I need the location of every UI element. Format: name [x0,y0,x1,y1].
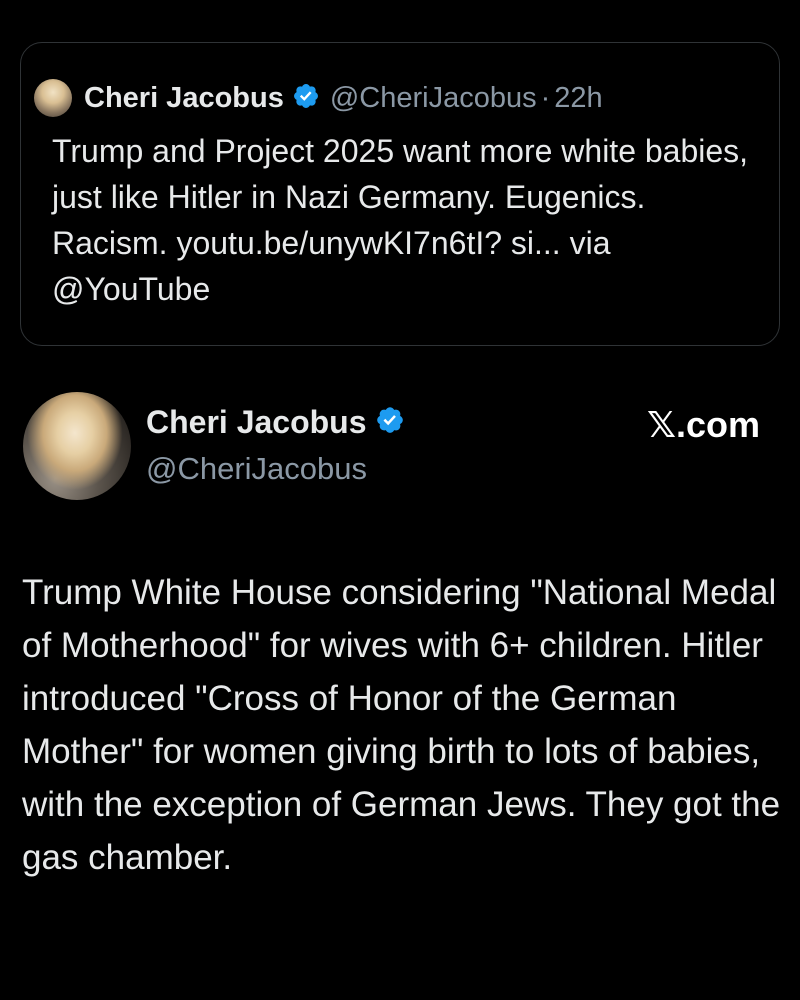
verified-badge-icon [292,82,320,115]
quoted-author-handle[interactable]: @CheriJacobus [330,82,537,115]
quoted-author-avatar[interactable] [34,79,72,117]
quoted-tweet-timestamp[interactable]: 22h [554,82,602,115]
main-author-avatar[interactable] [23,392,131,500]
verified-badge-icon [375,405,405,440]
main-author-name[interactable]: Cheri Jacobus [146,404,367,441]
main-tweet-text: Trump White House considering "National … [22,573,781,877]
quoted-tweet-header: Cheri Jacobus @CheriJacobus · 22h [34,78,603,118]
main-author-name-row: Cheri Jacobus [146,404,405,441]
x-logo-site-label: 𝕏.com [646,404,760,445]
quoted-author-name[interactable]: Cheri Jacobus [84,82,284,115]
quoted-tweet-text: Trump and Project 2025 want more white b… [52,133,749,307]
main-author-handle[interactable]: @CheriJacobus [146,451,367,487]
separator-dot: · [540,81,551,114]
